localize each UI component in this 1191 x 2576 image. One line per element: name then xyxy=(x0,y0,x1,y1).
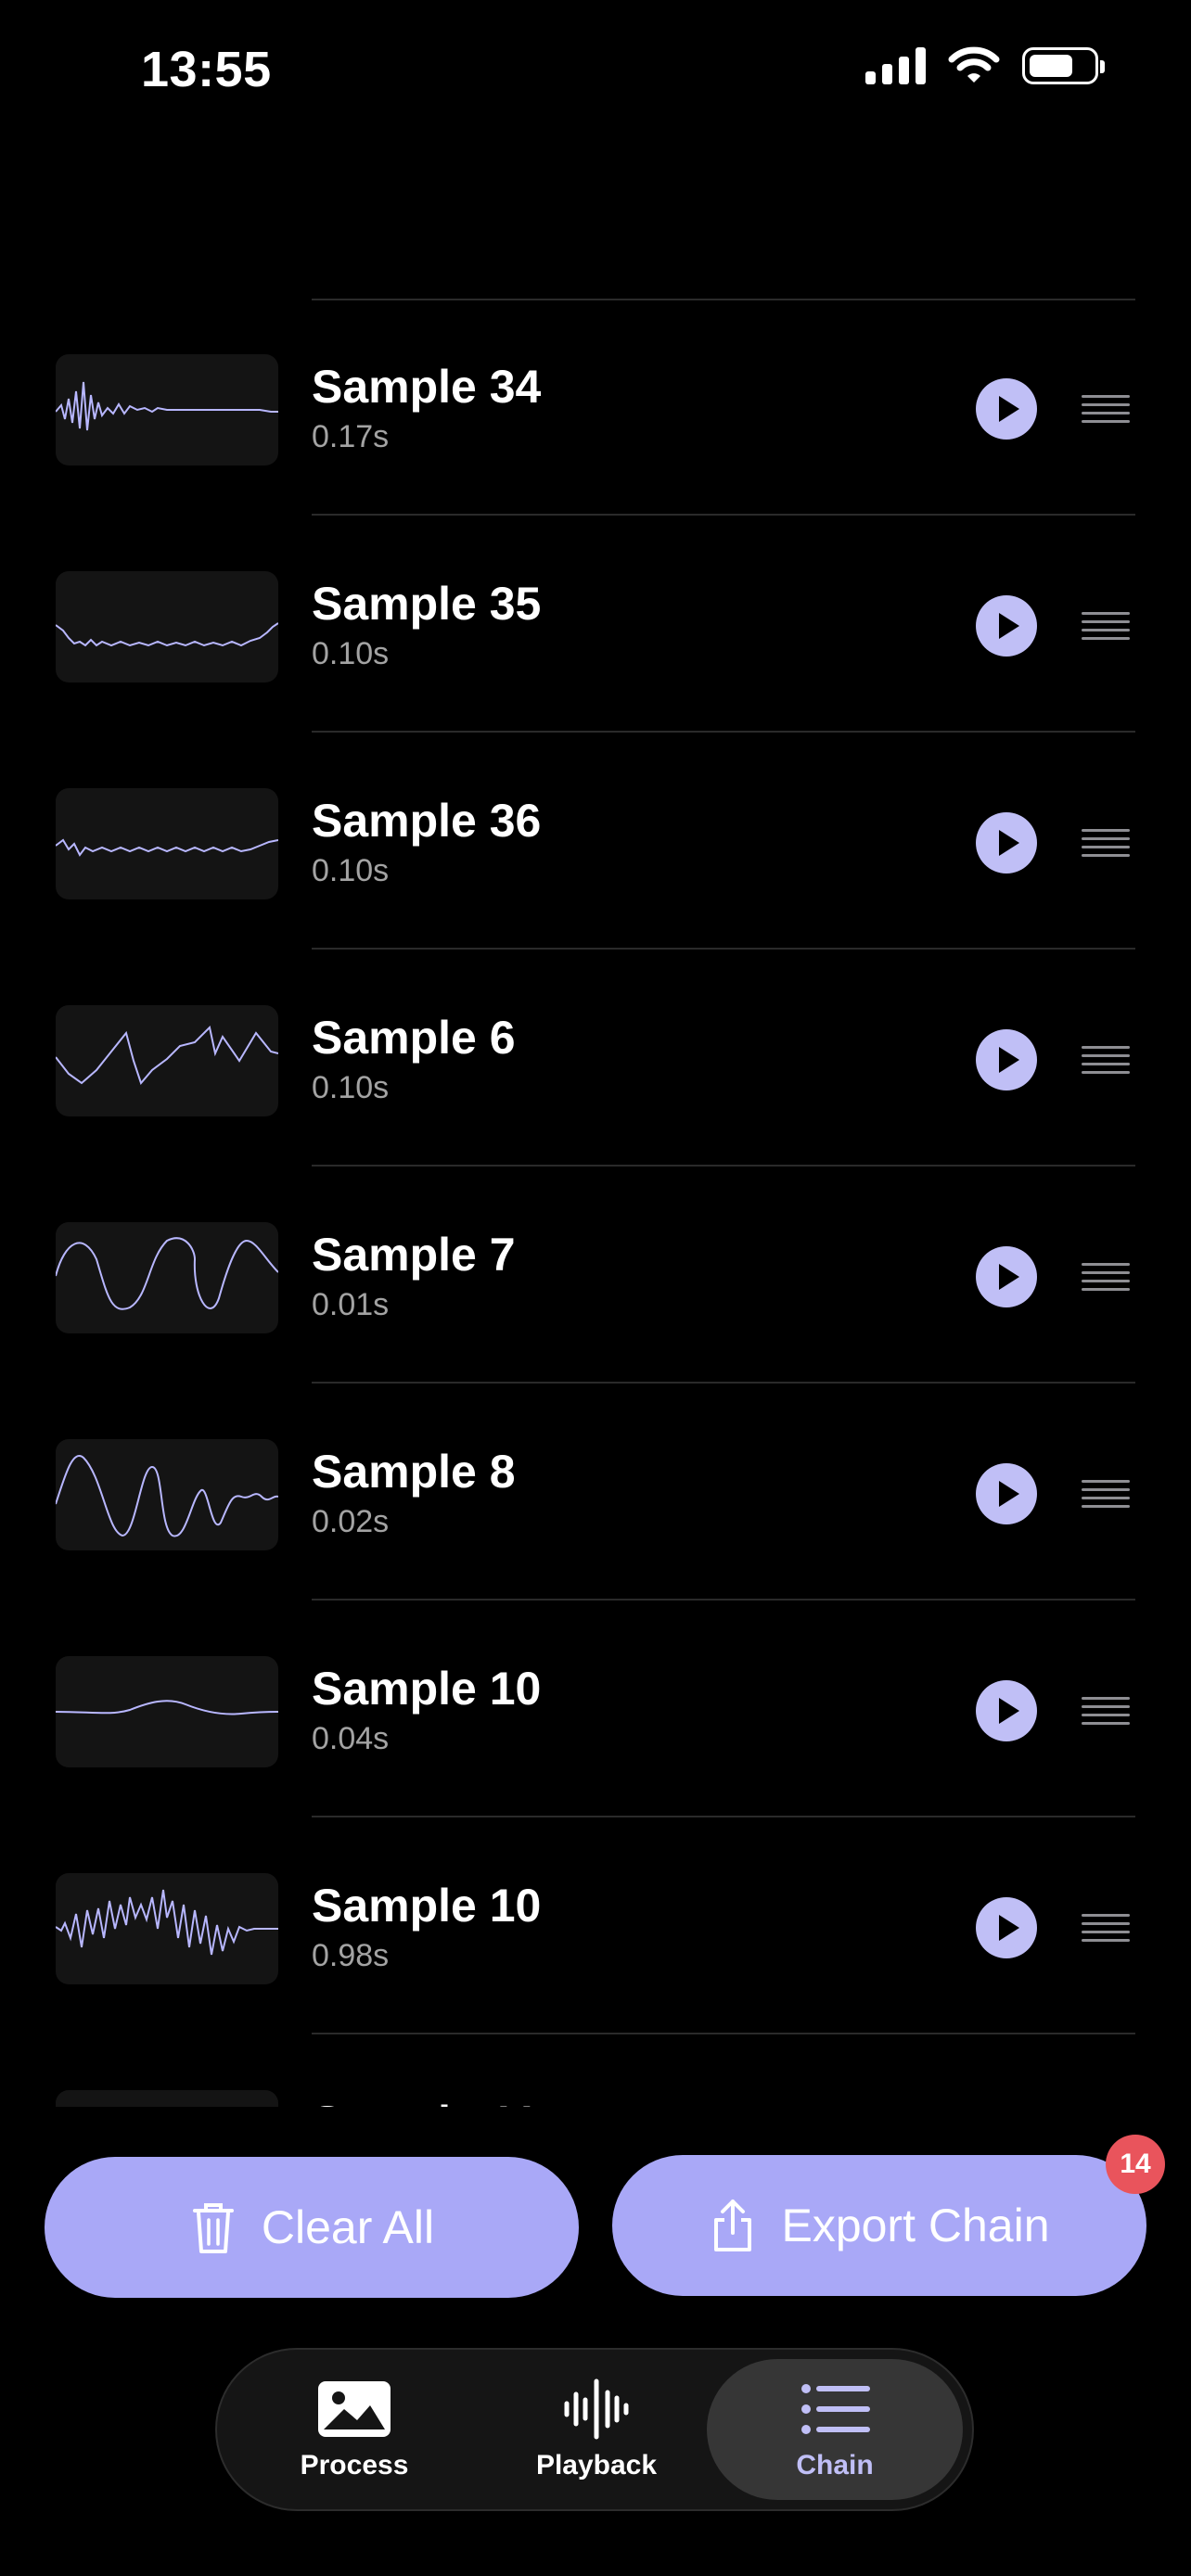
waveform-thumbnail xyxy=(56,788,278,899)
sample-row[interactable]: Sample 35 0.10s xyxy=(0,516,1191,733)
sample-title: Sample 6 xyxy=(312,1012,516,1064)
wifi-icon xyxy=(948,46,1000,83)
sample-row[interactable]: Sample 10 0.04s xyxy=(0,1600,1191,1817)
sample-row[interactable]: Sample 6 0.10s xyxy=(0,950,1191,1167)
export-count-badge: 14 xyxy=(1106,2135,1165,2194)
clear-all-label: Clear All xyxy=(261,2201,435,2253)
play-icon xyxy=(999,1481,1019,1507)
drag-handle-icon[interactable] xyxy=(1082,1697,1130,1725)
cellular-signal-icon xyxy=(865,47,926,84)
export-chain-button[interactable]: Export Chain xyxy=(612,2155,1146,2296)
status-bar: 13:55 xyxy=(0,0,1191,139)
sample-row[interactable]: Sample 7 0.01s xyxy=(0,1167,1191,1384)
tab-process[interactable]: Process xyxy=(226,2359,482,2500)
sample-duration: 0.10s xyxy=(312,853,390,888)
sample-duration: 0.10s xyxy=(312,1070,390,1105)
tab-process-label: Process xyxy=(300,2450,409,2480)
sample-title: Sample 10 xyxy=(312,1880,542,1932)
play-button[interactable] xyxy=(976,378,1037,440)
sample-duration: 0.02s xyxy=(312,1504,390,1539)
tab-bar: Process Playback Chain xyxy=(215,2348,974,2511)
share-icon xyxy=(714,2200,752,2251)
sample-duration: 0.01s xyxy=(312,1287,390,1322)
play-button[interactable] xyxy=(976,812,1037,874)
list-icon xyxy=(801,2384,870,2434)
play-button[interactable] xyxy=(976,595,1037,657)
status-icons xyxy=(865,46,1105,85)
drag-handle-icon[interactable] xyxy=(1082,395,1130,423)
tab-playback-label: Playback xyxy=(535,2450,658,2480)
play-icon xyxy=(999,1047,1019,1073)
play-icon xyxy=(999,830,1019,856)
waveform-thumbnail xyxy=(56,1439,278,1550)
status-time: 13:55 xyxy=(141,42,272,97)
waveform-thumbnail xyxy=(56,1656,278,1767)
sample-row[interactable]: Sample 34 0.17s xyxy=(0,299,1191,516)
play-icon xyxy=(999,1264,1019,1290)
waveform-thumbnail xyxy=(56,1005,278,1116)
play-button[interactable] xyxy=(976,1897,1037,1958)
sample-duration: 0.17s xyxy=(312,419,390,454)
play-button[interactable] xyxy=(976,1680,1037,1741)
sample-title: Sample 7 xyxy=(312,1229,516,1281)
drag-handle-icon[interactable] xyxy=(1082,612,1130,640)
battery-icon xyxy=(1022,47,1105,84)
trash-icon xyxy=(192,2203,234,2253)
tab-chain-label: Chain xyxy=(796,2450,874,2480)
play-button[interactable] xyxy=(976,1246,1037,1307)
sample-duration: 0.04s xyxy=(312,1721,390,1756)
sample-row[interactable]: Sample 11 xyxy=(0,2034,1191,2107)
play-button[interactable] xyxy=(976,1029,1037,1090)
waveform-thumbnail xyxy=(56,1222,278,1333)
waveform-thumbnail xyxy=(56,1873,278,1984)
play-icon xyxy=(999,396,1019,422)
clear-all-button[interactable]: Clear All xyxy=(45,2157,579,2298)
play-button[interactable] xyxy=(976,1463,1037,1524)
photo-icon xyxy=(318,2381,391,2437)
tab-playback[interactable]: Playback xyxy=(468,2359,724,2500)
sample-duration: 0.10s xyxy=(312,636,390,671)
sample-title: Sample 35 xyxy=(312,578,542,630)
waveform-icon xyxy=(564,2378,629,2440)
sample-title: Sample 11 xyxy=(312,2096,539,2107)
waveform-thumbnail xyxy=(56,2090,278,2107)
sample-title: Sample 8 xyxy=(312,1446,516,1498)
drag-handle-icon[interactable] xyxy=(1082,1480,1130,1508)
play-icon xyxy=(999,1698,1019,1724)
sample-title: Sample 36 xyxy=(312,795,542,847)
sample-title: Sample 10 xyxy=(312,1663,542,1715)
drag-handle-icon[interactable] xyxy=(1082,1914,1130,1942)
sample-row[interactable]: Sample 36 0.10s xyxy=(0,733,1191,950)
sample-title: Sample 34 xyxy=(312,361,542,413)
play-icon xyxy=(999,613,1019,639)
sample-row[interactable]: Sample 8 0.02s xyxy=(0,1384,1191,1600)
sample-duration: 0.98s xyxy=(312,1938,390,1973)
waveform-thumbnail xyxy=(56,571,278,682)
sample-row[interactable]: Sample 10 0.98s xyxy=(0,1817,1191,2034)
play-icon xyxy=(999,1915,1019,1941)
drag-handle-icon[interactable] xyxy=(1082,829,1130,857)
drag-handle-icon[interactable] xyxy=(1082,1046,1130,1074)
drag-handle-icon[interactable] xyxy=(1082,1263,1130,1291)
tab-chain[interactable]: Chain xyxy=(707,2359,963,2500)
sample-chain-list[interactable]: Sample 34 0.17s Sample 35 0.10s Sample 3… xyxy=(0,299,1191,2107)
export-chain-label: Export Chain xyxy=(781,2200,1050,2251)
waveform-thumbnail xyxy=(56,354,278,465)
